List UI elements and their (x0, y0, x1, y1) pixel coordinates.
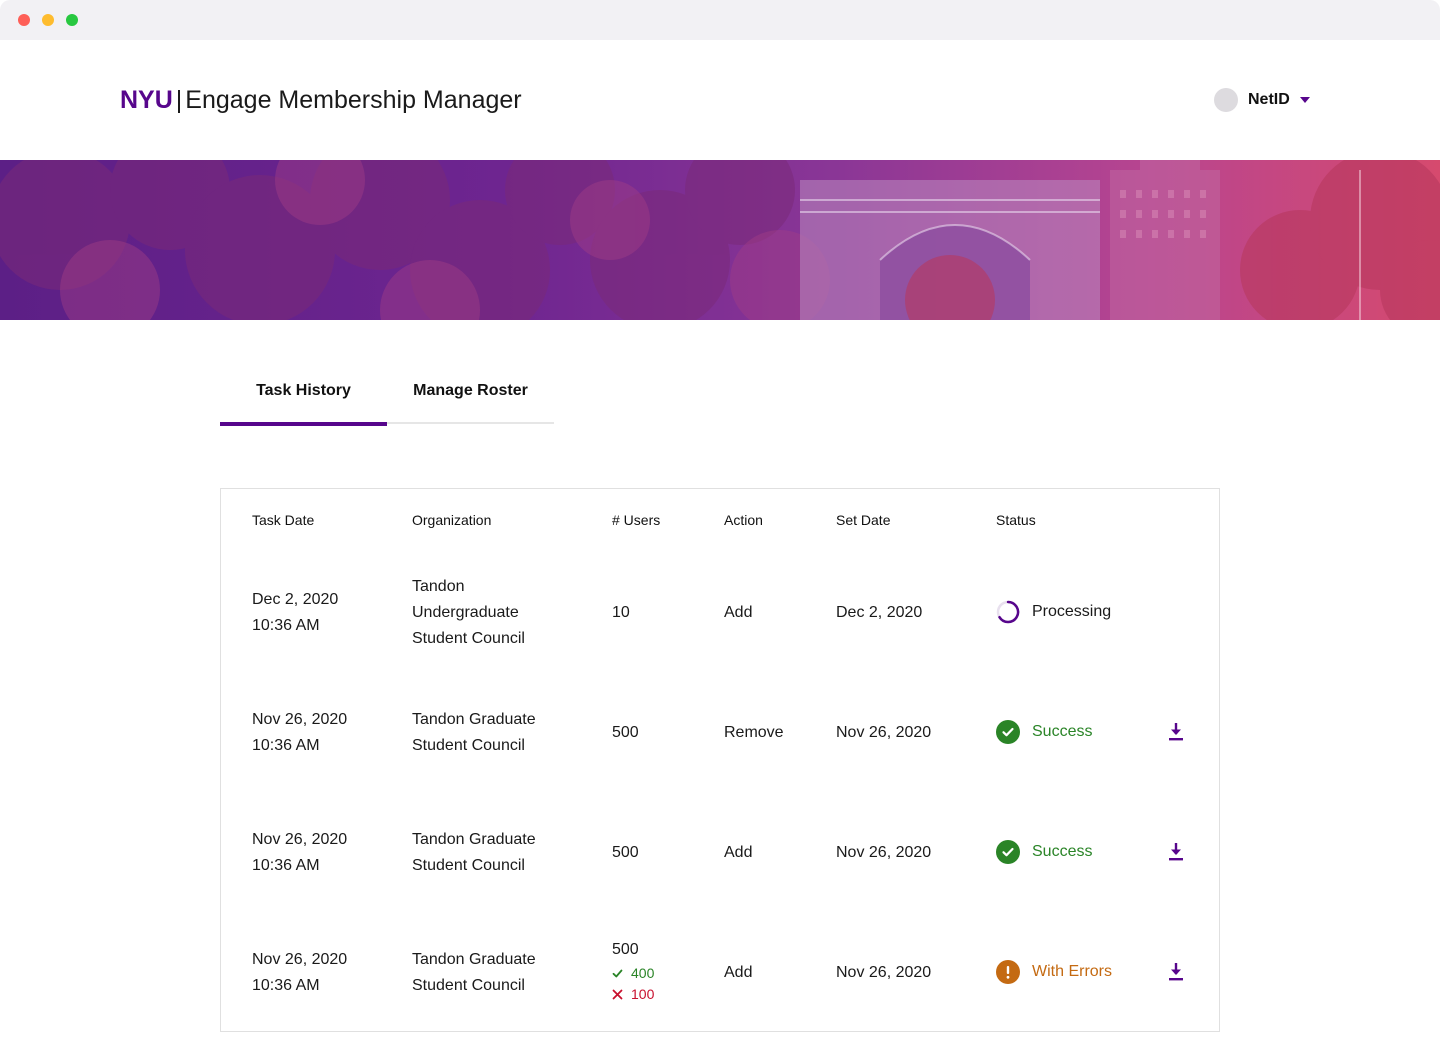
organization-cell: Tandon Graduate Student Council (412, 947, 536, 999)
users-cell: 500 (612, 724, 639, 741)
column-header-action: Action (724, 512, 763, 528)
maximize-window-button[interactable] (66, 14, 78, 26)
nyu-logo: NYU (120, 86, 173, 114)
organization-line: Undergraduate (412, 604, 519, 621)
download-icon[interactable] (1166, 960, 1186, 984)
washington-square-illustration (0, 160, 1440, 320)
action-cell: Add (724, 964, 753, 981)
status-cell: With Errors (996, 960, 1112, 984)
check-circle-icon (996, 720, 1020, 744)
column-header-users: # Users (612, 512, 661, 528)
status-cell: Success (996, 720, 1092, 744)
app-title: Engage Membership Manager (185, 86, 522, 114)
download-icon[interactable] (1166, 720, 1186, 744)
column-header-status: Status (996, 512, 1036, 528)
tab-task-history[interactable]: Task History (220, 368, 387, 426)
app-header: NYU | Engage Membership Manager NetID (0, 40, 1440, 160)
users-total: 500 (612, 941, 639, 958)
set-date-cell: Nov 26, 2020 (836, 844, 932, 861)
task-date-cell: Nov 26, 2020 10:36 AM (252, 827, 347, 879)
task-date-cell: Nov 26, 2020 10:36 AM (252, 947, 347, 999)
x-icon (612, 989, 623, 1000)
column-header-organization: Organization (412, 512, 492, 528)
organization-line: Tandon Graduate (412, 831, 536, 848)
organization-line: Student Council (412, 977, 525, 994)
minimize-window-button[interactable] (42, 14, 54, 26)
status-label: Processing (1032, 603, 1112, 620)
user-netid-label: NetID (1248, 91, 1290, 108)
chevron-down-icon (1299, 97, 1310, 103)
status-cell: Success (996, 840, 1092, 864)
window-titlebar (0, 0, 1440, 40)
check-circle-icon (996, 840, 1020, 864)
task-time: 10:36 AM (252, 977, 320, 994)
organization-line: Tandon Graduate (412, 951, 536, 968)
download-icon[interactable] (1166, 840, 1186, 864)
task-time: 10:36 AM (252, 617, 320, 634)
status-cell: Processing (996, 600, 1111, 624)
status-label: Success (1032, 723, 1093, 740)
column-header-set-date: Set Date (836, 512, 891, 528)
task-date: Nov 26, 2020 (252, 831, 348, 848)
close-window-button[interactable] (18, 14, 30, 26)
organization-line: Student Council (412, 630, 525, 647)
spinner-icon (996, 600, 1020, 624)
set-date-cell: Dec 2, 2020 (836, 604, 923, 621)
organization-line: Student Council (412, 737, 525, 754)
app-brand[interactable]: NYU | Engage Membership Manager (120, 84, 522, 116)
main-tabs: Task History Manage Roster (220, 368, 554, 426)
users-cell: 500 (612, 844, 639, 861)
action-cell: Add (724, 604, 753, 621)
users-cell: 10 (612, 604, 630, 621)
avatar (1214, 88, 1238, 112)
users-failed-count: 100 (612, 984, 654, 1005)
status-label: With Errors (1032, 963, 1112, 980)
task-date: Dec 2, 2020 (252, 591, 339, 608)
organization-cell: Tandon Undergraduate Student Council (412, 574, 525, 652)
users-success-value: 400 (631, 965, 655, 981)
hero-banner (0, 160, 1440, 320)
task-time: 10:36 AM (252, 737, 320, 754)
users-cell: 500 400 100 (612, 937, 654, 1005)
tab-manage-roster[interactable]: Manage Roster (387, 368, 554, 424)
column-header-task-date: Task Date (252, 512, 315, 528)
task-time: 10:36 AM (252, 857, 320, 874)
set-date-cell: Nov 26, 2020 (836, 724, 932, 741)
organization-line: Tandon (412, 578, 465, 595)
organization-cell: Tandon Graduate Student Council (412, 827, 536, 879)
task-date-cell: Nov 26, 2020 10:36 AM (252, 707, 347, 759)
set-date-cell: Nov 26, 2020 (836, 964, 932, 981)
task-history-table: Task Date Organization # Users Action Se… (220, 488, 1220, 1032)
user-menu[interactable]: NetID (1214, 88, 1310, 112)
task-date-cell: Dec 2, 2020 10:36 AM (252, 587, 338, 639)
organization-line: Student Council (412, 857, 525, 874)
task-date: Nov 26, 2020 (252, 951, 348, 968)
users-failed-value: 100 (631, 986, 655, 1002)
organization-line: Tandon Graduate (412, 711, 536, 728)
action-cell: Remove (724, 724, 784, 741)
check-icon (612, 969, 623, 978)
brand-separator: | (175, 86, 183, 114)
task-date: Nov 26, 2020 (252, 711, 348, 728)
exclamation-circle-icon (996, 960, 1020, 984)
organization-cell: Tandon Graduate Student Council (412, 707, 536, 759)
users-success-count: 400 (612, 963, 654, 984)
status-label: Success (1032, 843, 1093, 860)
action-cell: Add (724, 844, 753, 861)
